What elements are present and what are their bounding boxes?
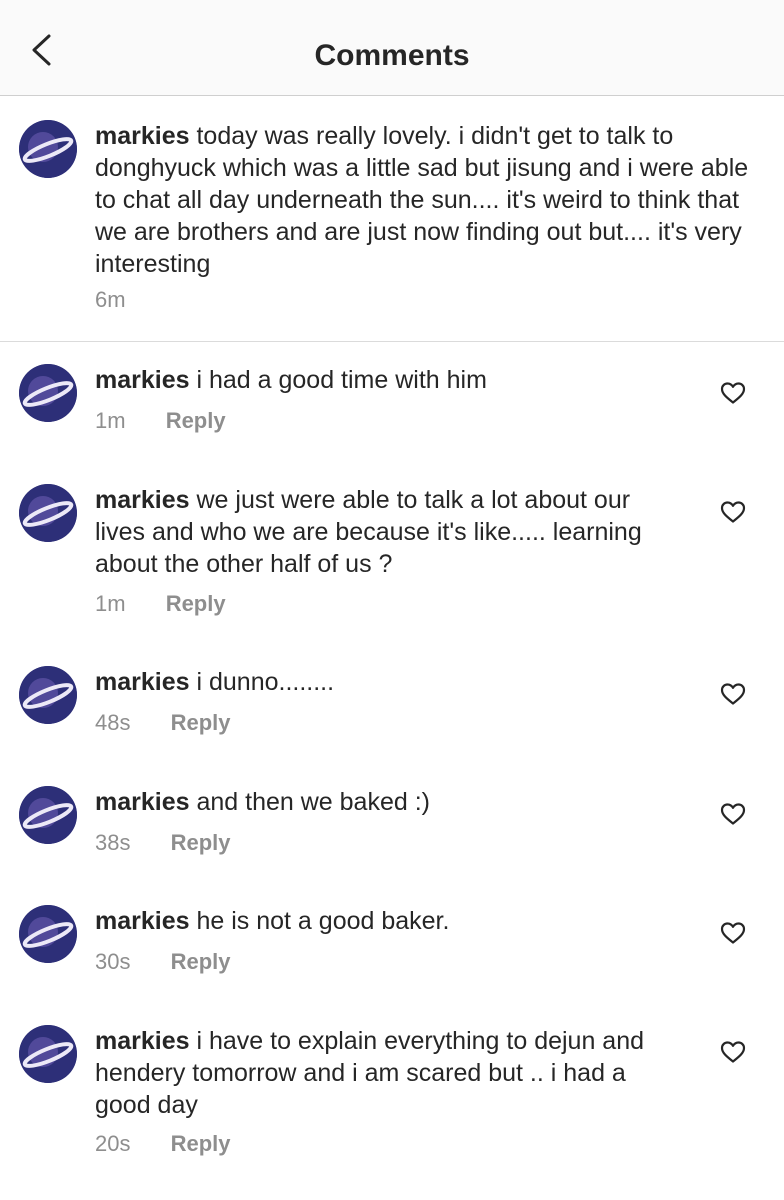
username[interactable]: markies: [95, 788, 190, 816]
heart-outline-icon: [720, 922, 746, 944]
timestamp: 6m: [95, 287, 126, 312]
comment-meta: 1m Reply: [95, 590, 226, 618]
like-button[interactable]: [720, 682, 746, 706]
comment-body: markies i dunno........: [95, 666, 685, 698]
username[interactable]: markies: [95, 1027, 190, 1055]
post-caption: markies today was really lovely. i didn'…: [0, 96, 784, 342]
comment-body: markies and then we baked :): [95, 786, 685, 818]
heart-outline-icon: [720, 382, 746, 404]
page-title: Comments: [314, 39, 470, 72]
avatar[interactable]: [19, 120, 77, 178]
heart-outline-icon: [720, 501, 746, 523]
caption-text: markies today was really lovely. i didn'…: [95, 120, 763, 280]
like-button[interactable]: [720, 921, 746, 945]
timestamp: 38s: [95, 830, 131, 855]
like-button[interactable]: [720, 802, 746, 826]
heart-outline-icon: [720, 683, 746, 705]
comment-body: markies we just were able to talk a lot …: [95, 484, 685, 580]
reply-button[interactable]: Reply: [166, 407, 226, 435]
reply-button[interactable]: Reply: [171, 829, 231, 857]
avatar[interactable]: [19, 484, 77, 542]
timestamp: 30s: [95, 949, 131, 974]
comment-text: i had a good time with him: [196, 366, 487, 394]
like-button[interactable]: [720, 381, 746, 405]
comment-text: today was really lovely. i didn't get to…: [95, 122, 749, 278]
comment-body: markies i had a good time with him: [95, 364, 685, 396]
like-button[interactable]: [720, 500, 746, 524]
avatar[interactable]: [19, 786, 77, 844]
timestamp: 48s: [95, 710, 131, 735]
comment-text: and then we baked :): [196, 788, 430, 816]
reply-button[interactable]: Reply: [171, 709, 231, 737]
reply-button[interactable]: Reply: [171, 948, 231, 976]
heart-outline-icon: [720, 803, 746, 825]
caption-meta: 6m: [95, 286, 126, 314]
avatar[interactable]: [19, 905, 77, 963]
username[interactable]: markies: [95, 122, 190, 150]
header-bar: Comments: [0, 0, 784, 96]
username[interactable]: markies: [95, 907, 190, 935]
heart-outline-icon: [720, 1041, 746, 1063]
comment-meta: 20s Reply: [95, 1130, 231, 1158]
comment-meta: 1m Reply: [95, 407, 226, 435]
avatar[interactable]: [19, 1025, 77, 1083]
username[interactable]: markies: [95, 668, 190, 696]
username[interactable]: markies: [95, 486, 190, 514]
comment-text: he is not a good baker.: [196, 907, 450, 935]
timestamp: 20s: [95, 1131, 131, 1156]
avatar[interactable]: [19, 666, 77, 724]
comment-meta: 38s Reply: [95, 829, 231, 857]
like-button[interactable]: [720, 1040, 746, 1064]
username[interactable]: markies: [95, 366, 190, 394]
comment-text: i dunno........: [196, 668, 335, 696]
comment-body: markies i have to explain everything to …: [95, 1025, 685, 1121]
reply-button[interactable]: Reply: [171, 1130, 231, 1158]
comment-body: markies he is not a good baker.: [95, 905, 685, 937]
avatar[interactable]: [19, 364, 77, 422]
reply-button[interactable]: Reply: [166, 590, 226, 618]
timestamp: 1m: [95, 408, 126, 433]
timestamp: 1m: [95, 591, 126, 616]
comment-meta: 30s Reply: [95, 948, 231, 976]
comment-meta: 48s Reply: [95, 709, 231, 737]
